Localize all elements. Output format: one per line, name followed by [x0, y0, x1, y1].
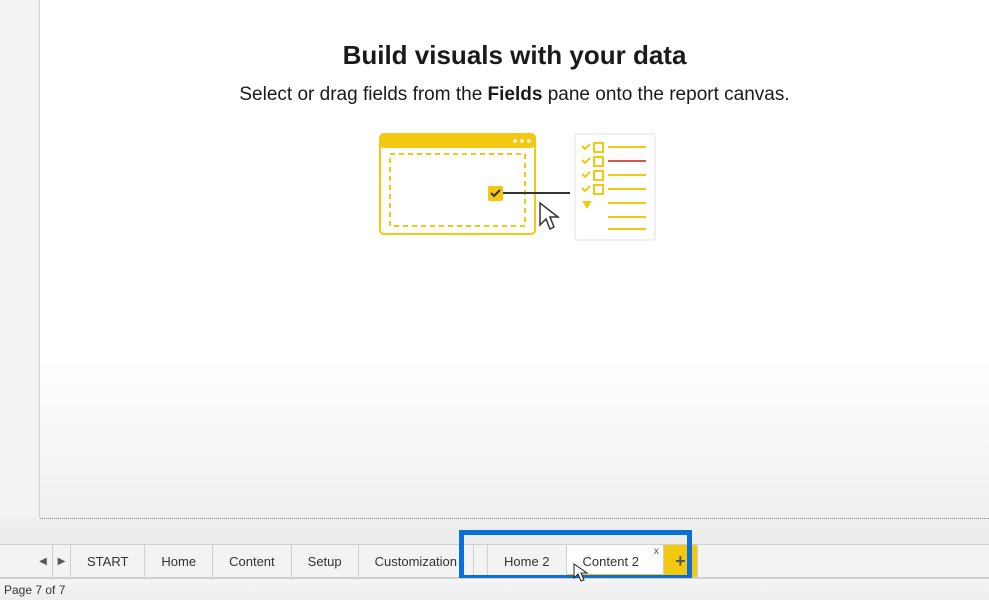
tab-label: Home	[161, 554, 196, 569]
tab-content[interactable]: Content	[213, 545, 292, 577]
empty-state-title: Build visuals with your data	[343, 40, 687, 71]
tab-label: Content 2	[583, 554, 639, 569]
add-page-button[interactable]: +	[664, 545, 698, 577]
tab-label: Home 2	[504, 554, 550, 569]
empty-sub-bold: Fields	[488, 84, 543, 105]
tab-content-2[interactable]: Content 2 x	[567, 545, 664, 577]
tab-home[interactable]: Home	[145, 545, 213, 577]
tab-customization[interactable]: Customization	[359, 545, 474, 577]
tab-label: START	[87, 554, 128, 569]
empty-state-subtext: Select or drag fields from the Fields pa…	[239, 84, 789, 106]
empty-sub-after: pane onto the report canvas.	[542, 84, 789, 105]
page-tab-bar: ◀ ▶ START Home Content Setup Customizati…	[0, 544, 989, 578]
report-canvas[interactable]: Build visuals with your data Select or d…	[40, 0, 989, 518]
prev-tab-button[interactable]: ◀	[34, 545, 52, 577]
page-indicator: Page 7 of 7	[4, 583, 65, 597]
tab-home-2[interactable]: Home 2	[488, 545, 567, 577]
tab-label: Customization	[375, 554, 457, 569]
tab-start[interactable]: START	[71, 545, 145, 577]
left-rail	[0, 0, 40, 518]
tab-nav-buttons: ◀ ▶	[34, 545, 71, 577]
canvas-bottom-divider	[40, 518, 989, 519]
empty-state-illustration	[370, 130, 660, 255]
tab-label: Setup	[308, 554, 342, 569]
next-tab-button[interactable]: ▶	[52, 545, 70, 577]
close-icon[interactable]: x	[654, 547, 659, 557]
empty-sub-before: Select or drag fields from the	[239, 84, 487, 105]
status-bar: Page 7 of 7	[0, 578, 989, 600]
tab-setup[interactable]: Setup	[292, 545, 359, 577]
tab-label: Content	[229, 554, 275, 569]
